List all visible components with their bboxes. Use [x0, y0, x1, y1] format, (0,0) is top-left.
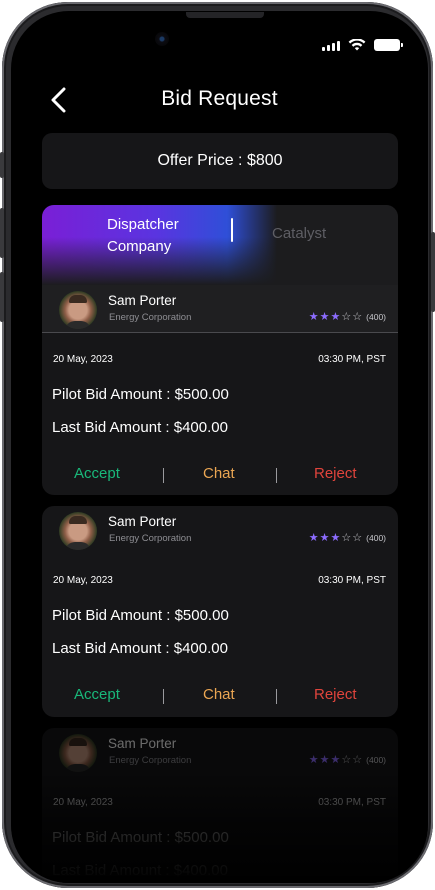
tab-catalyst[interactable]: Catalyst — [272, 225, 326, 242]
tab-gradient — [42, 205, 398, 285]
star-filled-icon: ★ — [330, 753, 341, 766]
tab-label-line2: Company — [107, 238, 172, 255]
reject-button[interactable]: Reject — [314, 686, 357, 703]
bid-date: 20 May, 2023 — [53, 797, 113, 808]
star-filled-icon: ★ — [330, 310, 341, 323]
bid-card: Sam Porter Energy Corporation ★ ★ ★ ☆ ☆ (400… — [42, 506, 398, 717]
bid-actions: Accept Chat Reject — [42, 465, 398, 487]
bidder-company: Energy Corporation — [109, 312, 192, 323]
pilot-bid-amount: Pilot Bid Amount : $500.00 — [52, 386, 229, 403]
pilot-bid-amount: Pilot Bid Amount : $500.00 — [52, 829, 229, 846]
star-filled-icon: ★ — [319, 310, 330, 323]
star-icon-group: ★ ★ ★ ☆ ☆ — [309, 532, 362, 543]
action-separator — [276, 689, 277, 704]
last-bid-amount: Last Bid Amount : $400.00 — [52, 419, 228, 436]
screen: Bid Request Offer Price : $800 Dispatche… — [11, 11, 428, 883]
wifi-icon — [348, 39, 366, 51]
accept-button[interactable]: Accept — [74, 465, 120, 482]
accept-button[interactable]: Accept — [74, 686, 120, 703]
page-title: Bid Request — [161, 87, 278, 110]
bidder-company: Energy Corporation — [109, 755, 192, 766]
star-icon-group: ★ ★ ★ ☆ ☆ — [309, 754, 362, 765]
offer-price: Offer Price : $800 — [42, 133, 398, 189]
rating: ★ ★ ★ ☆ ☆ (400) — [309, 754, 386, 765]
bid-date: 20 May, 2023 — [53, 354, 113, 365]
status-bar — [322, 39, 403, 51]
tab-dispatcher-company[interactable]: Dispatcher Company — [107, 214, 217, 258]
bid-time: 03:30 PM, PST — [318, 797, 386, 808]
rating: ★ ★ ★ ☆ ☆ (400) — [309, 532, 386, 543]
bid-card: Sam Porter Energy Corporation ★ ★ ★ ☆ ☆ (400… — [42, 728, 398, 883]
bidder-row: Sam Porter Energy Corporation ★ ★ ★ ☆ ☆ (400… — [42, 285, 398, 333]
bidder-name: Sam Porter — [108, 293, 177, 308]
last-bid-amount: Last Bid Amount : $400.00 — [52, 862, 228, 879]
avatar — [59, 512, 97, 550]
bid-time: 03:30 PM, PST — [318, 354, 386, 365]
tab-bar: Dispatcher Company Catalyst — [42, 205, 398, 285]
tab-divider — [231, 218, 233, 242]
bidder-row: Sam Porter Energy Corporation ★ ★ ★ ☆ ☆ (400… — [42, 728, 398, 776]
star-empty-icon: ☆ — [352, 531, 363, 544]
star-empty-icon: ☆ — [352, 753, 363, 766]
star-empty-icon: ☆ — [341, 753, 352, 766]
last-bid-amount: Last Bid Amount : $400.00 — [52, 640, 228, 657]
star-empty-icon: ☆ — [341, 531, 352, 544]
bidder-row: Sam Porter Energy Corporation ★ ★ ★ ☆ ☆ (400… — [42, 506, 398, 554]
power-button — [431, 232, 435, 312]
mute-switch — [0, 152, 4, 178]
bidder-name: Sam Porter — [108, 514, 177, 529]
star-empty-icon: ☆ — [352, 310, 363, 323]
chat-button[interactable]: Chat — [203, 465, 235, 482]
action-separator — [276, 468, 277, 483]
avatar — [59, 734, 97, 772]
bid-actions: Accept Chat Reject — [42, 686, 398, 708]
star-filled-icon: ★ — [308, 531, 319, 544]
star-filled-icon: ★ — [319, 753, 330, 766]
rating-count: (400) — [366, 754, 386, 765]
star-filled-icon: ★ — [330, 531, 341, 544]
front-camera — [155, 32, 169, 46]
rating-count: (400) — [366, 311, 386, 322]
pilot-bid-amount: Pilot Bid Amount : $500.00 — [52, 607, 229, 624]
avatar — [59, 291, 97, 329]
speaker — [186, 12, 264, 18]
star-filled-icon: ★ — [308, 753, 319, 766]
star-filled-icon: ★ — [319, 531, 330, 544]
tab-label-line1: Dispatcher — [107, 216, 179, 233]
star-filled-icon: ★ — [308, 310, 319, 323]
bid-date: 20 May, 2023 — [53, 575, 113, 586]
phone-frame: Bid Request Offer Price : $800 Dispatche… — [0, 2, 435, 888]
bid-time: 03:30 PM, PST — [318, 575, 386, 586]
battery-icon — [374, 39, 403, 51]
bid-card: Sam Porter Energy Corporation ★ ★ ★ ☆ ☆ (400… — [42, 285, 398, 495]
chat-button[interactable]: Chat — [203, 686, 235, 703]
action-separator — [163, 468, 164, 483]
star-icon-group: ★ ★ ★ ☆ ☆ — [309, 311, 362, 322]
volume-down-button — [0, 272, 4, 322]
reject-button[interactable]: Reject — [314, 465, 357, 482]
bidder-name: Sam Porter — [108, 736, 177, 751]
action-separator — [163, 689, 164, 704]
rating: ★ ★ ★ ☆ ☆ (400) — [309, 311, 386, 322]
cellular-signal-icon — [322, 40, 340, 51]
volume-up-button — [0, 208, 4, 258]
rating-count: (400) — [366, 532, 386, 543]
star-empty-icon: ☆ — [341, 310, 352, 323]
bidder-company: Energy Corporation — [109, 533, 192, 544]
